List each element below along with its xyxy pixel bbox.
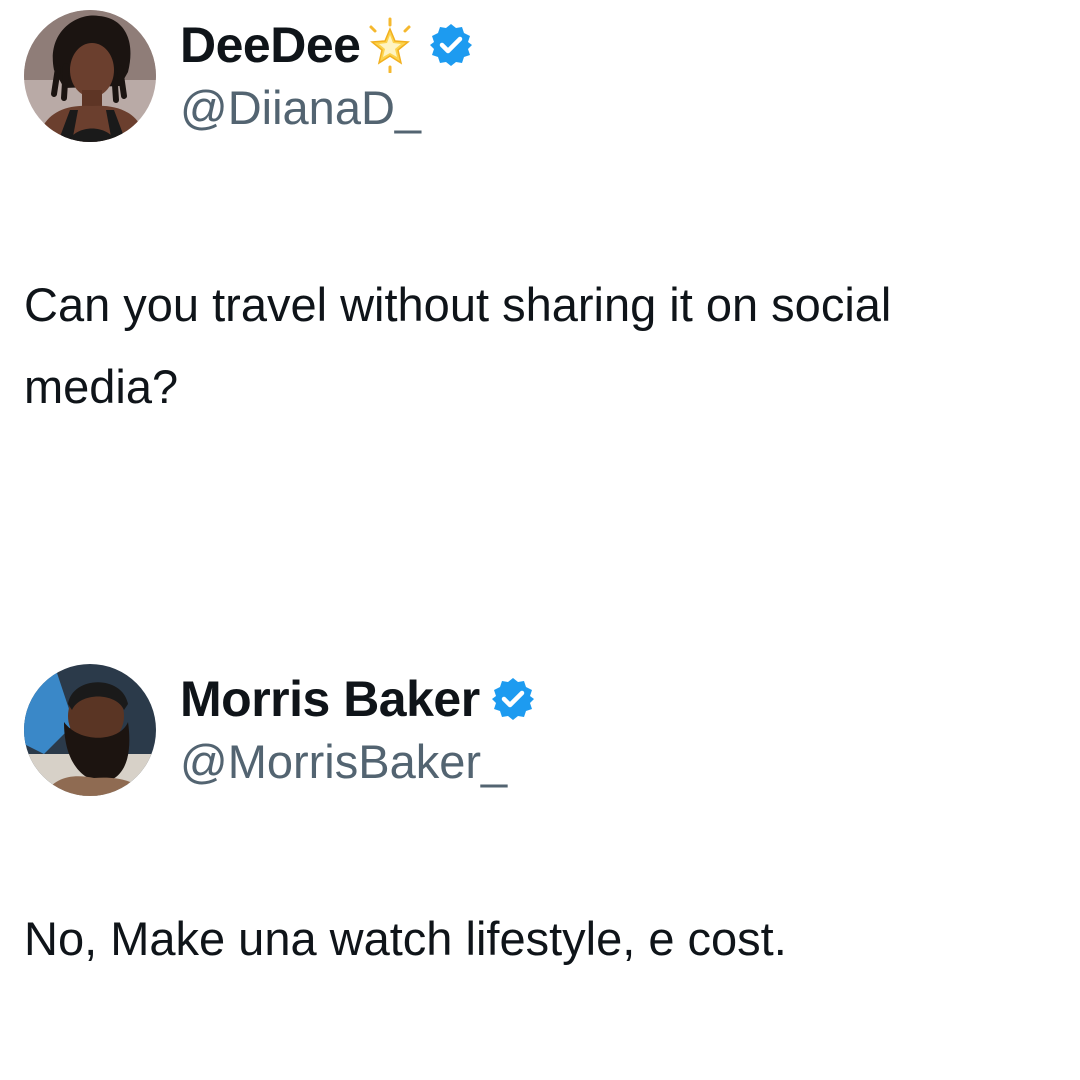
user-handle[interactable]: @MorrisBaker_ bbox=[180, 734, 536, 790]
bearded-man-portrait-avatar-image bbox=[24, 664, 156, 796]
avatar-deedee[interactable] bbox=[24, 10, 156, 142]
display-name[interactable]: DeeDee bbox=[180, 14, 361, 76]
display-name-row: Morris Baker bbox=[180, 668, 536, 730]
tweet-author: Morris Baker @MorrisBaker_ bbox=[180, 664, 536, 790]
verified-badge-icon[interactable] bbox=[428, 22, 474, 68]
tweet-text: Can you travel without sharing it on soc… bbox=[24, 278, 892, 413]
woman-portrait-avatar-image bbox=[24, 10, 156, 142]
tweet-text: No, Make una watch lifestyle, e cost. bbox=[24, 912, 787, 965]
tweet-header: Morris Baker @MorrisBaker_ bbox=[24, 664, 1056, 800]
user-handle[interactable]: @DiianaD_ bbox=[180, 80, 474, 136]
tweet-header: DeeDee @DiianaD_ bbox=[24, 10, 1056, 146]
avatar-morris-baker[interactable] bbox=[24, 664, 156, 796]
tweet-morris-baker[interactable]: Morris Baker @MorrisBaker_ No, Make una … bbox=[24, 664, 1056, 980]
verified-badge-icon[interactable] bbox=[490, 676, 536, 722]
glowing-star-icon bbox=[362, 17, 418, 74]
display-name-row: DeeDee bbox=[180, 14, 474, 76]
tweet-author: DeeDee @DiianaD_ bbox=[180, 10, 474, 136]
display-name[interactable]: Morris Baker bbox=[180, 668, 480, 730]
tweet-deedee[interactable]: DeeDee @DiianaD_ Can you travel without … bbox=[24, 10, 1056, 428]
